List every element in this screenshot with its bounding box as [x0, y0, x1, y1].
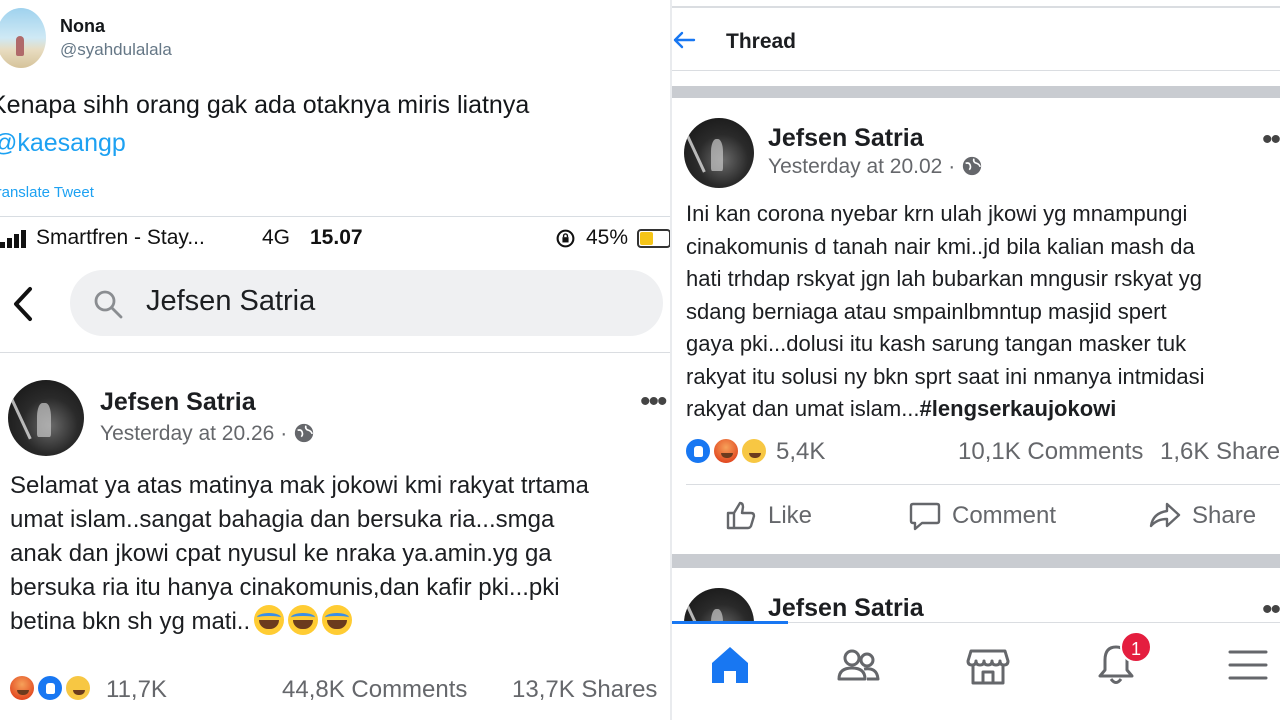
next-post-author-name[interactable]: Jefsen Satria: [768, 594, 924, 623]
battery-percent: 45%: [586, 226, 629, 249]
more-options-icon[interactable]: •••: [1262, 125, 1280, 155]
tweet-handle[interactable]: @syahdulalala: [60, 40, 172, 60]
comments-count[interactable]: 10,1K Comments: [958, 438, 1143, 466]
like-button[interactable]: Like: [724, 498, 812, 542]
laughing-tears-emoji-icon: [254, 605, 285, 635]
haha-reaction-icon: [740, 437, 768, 465]
laughing-tears-emoji-icon: [288, 605, 319, 635]
friends-icon[interactable]: [834, 641, 882, 689]
search-input[interactable]: Jefsen Satria: [70, 270, 663, 336]
tweet-avatar[interactable]: [0, 8, 46, 68]
phone-status-bar: Smartfren - Stay... 4G 15.07 45%: [0, 222, 672, 254]
post-last-line: betina bkn sh yg mati..: [10, 605, 589, 639]
post-body: Ini kan corona nyebar krn ulah jkowi yg …: [686, 198, 1204, 426]
section-separator: [672, 86, 1280, 98]
notification-badge: 1: [1120, 631, 1152, 663]
post-line: rakyat dan umat islam...: [686, 396, 920, 421]
shares-count[interactable]: 13,7K Shares: [512, 676, 657, 704]
network-type: 4G: [262, 226, 291, 249]
divider: [686, 484, 1280, 485]
back-arrow-icon[interactable]: [8, 286, 38, 322]
back-arrow-icon[interactable]: [672, 30, 696, 50]
more-options-icon[interactable]: •••: [1262, 595, 1280, 625]
post-line: hati trhdap rskyat jgn lah bubarkan mngu…: [686, 266, 1203, 291]
post-timestamp[interactable]: Yesterday at 20.26 ·: [100, 422, 315, 446]
reactions-count[interactable]: 11,7K: [106, 676, 167, 704]
page-title: Thread: [726, 30, 797, 53]
active-tab-indicator: [672, 621, 788, 624]
post-line: sdang berniaga atau smpainlbmntup masjid…: [686, 298, 1167, 324]
left-panel: Nona @syahdulalala Kenapa sihh orang gak…: [0, 0, 672, 720]
more-options-icon[interactable]: •••: [640, 387, 667, 417]
post-author-name[interactable]: Jefsen Satria: [100, 388, 256, 417]
search-icon: [94, 290, 123, 319]
globe-icon: [295, 423, 314, 443]
post-line: rakyat itu solusi ny bkn sprt saat ini n…: [686, 363, 1205, 389]
comment-icon: [909, 502, 941, 531]
post-time-text: Yesterday at 20.26 ·: [100, 422, 288, 445]
post-line: Ini kan corona nyebar krn ulah jkowi yg …: [686, 201, 1188, 226]
laughing-tears-emoji-icon: [322, 605, 353, 635]
menu-icon[interactable]: [1224, 641, 1272, 689]
like-reaction-icon: [36, 674, 64, 702]
post-body: Selamat ya atas matinya mak jokowi kmi r…: [10, 469, 589, 639]
angry-reaction-icon: [8, 674, 36, 702]
tweet-display-name[interactable]: Nona: [60, 16, 105, 37]
status-time: 15.07: [310, 226, 363, 249]
angry-reaction-icon: [712, 437, 740, 465]
globe-icon: [963, 156, 982, 176]
post-last-line: rakyat dan umat islam...#lengserkaujokow…: [686, 393, 1204, 426]
post-author-avatar[interactable]: [8, 380, 84, 456]
post-author-name[interactable]: Jefsen Satria: [768, 124, 924, 153]
battery-icon: [637, 229, 671, 248]
signal-icon: [0, 230, 28, 248]
bottom-tab-bar: 1: [672, 621, 1280, 704]
divider: [0, 216, 672, 217]
post-author-avatar[interactable]: [684, 118, 754, 188]
comments-count[interactable]: 44,8K Comments: [282, 676, 467, 704]
tweet-text: Kenapa sihh orang gak ada otaknya miris …: [0, 91, 530, 119]
battery-level: [640, 232, 653, 245]
share-button[interactable]: Share: [1148, 498, 1256, 542]
post-line: Selamat ya atas matinya mak jokowi kmi r…: [10, 472, 589, 499]
right-panel: Thread Jefsen Satria Yesterday at 20.02 …: [672, 0, 1280, 720]
hashtag-link[interactable]: #lengserkaujokowi: [920, 396, 1117, 421]
home-icon[interactable]: [706, 641, 754, 689]
haha-reaction-icon: [64, 674, 92, 702]
post-line: umat islam..sangat bahagia dan bersuka r…: [10, 506, 555, 533]
post-line: bersuka ria itu hanya cinakomunis,dan ka…: [10, 574, 560, 601]
rotation-lock-icon: [556, 229, 575, 248]
marketplace-icon[interactable]: [964, 641, 1012, 689]
thumbs-up-icon: [726, 501, 756, 530]
post-time-text: Yesterday at 20.02 ·: [768, 155, 956, 178]
divider: [672, 70, 1280, 71]
divider: [672, 6, 1280, 8]
reactions-count[interactable]: 5,4K: [776, 438, 825, 466]
comment-label: Comment: [952, 502, 1057, 529]
post-timestamp[interactable]: Yesterday at 20.02 ·: [768, 155, 983, 179]
translate-tweet-link[interactable]: Translate Tweet: [0, 184, 94, 201]
shares-count[interactable]: 1,6K Shares: [1160, 438, 1280, 466]
divider: [0, 352, 672, 353]
carrier-name: Smartfren - Stay...: [36, 226, 205, 249]
post-line: cinakomunis d tanah nair kmi..jd bila ka…: [686, 233, 1195, 259]
share-label: Share: [1192, 502, 1257, 529]
post-line: betina bkn sh yg mati..: [10, 608, 251, 635]
like-label: Like: [768, 502, 813, 529]
comment-button[interactable]: Comment: [908, 498, 1056, 542]
post-line: gaya pki...dolusi itu kash sarung tangan…: [686, 331, 1187, 356]
like-reaction-icon: [684, 437, 712, 465]
share-icon: [1149, 502, 1181, 528]
tweet-mention-link[interactable]: @kaesangp: [0, 124, 126, 162]
section-separator: [672, 554, 1280, 568]
post-line: anak dan jkowi cpat nyusul ke nraka ya.a…: [10, 540, 552, 567]
search-query: Jefsen Satria: [146, 285, 316, 317]
